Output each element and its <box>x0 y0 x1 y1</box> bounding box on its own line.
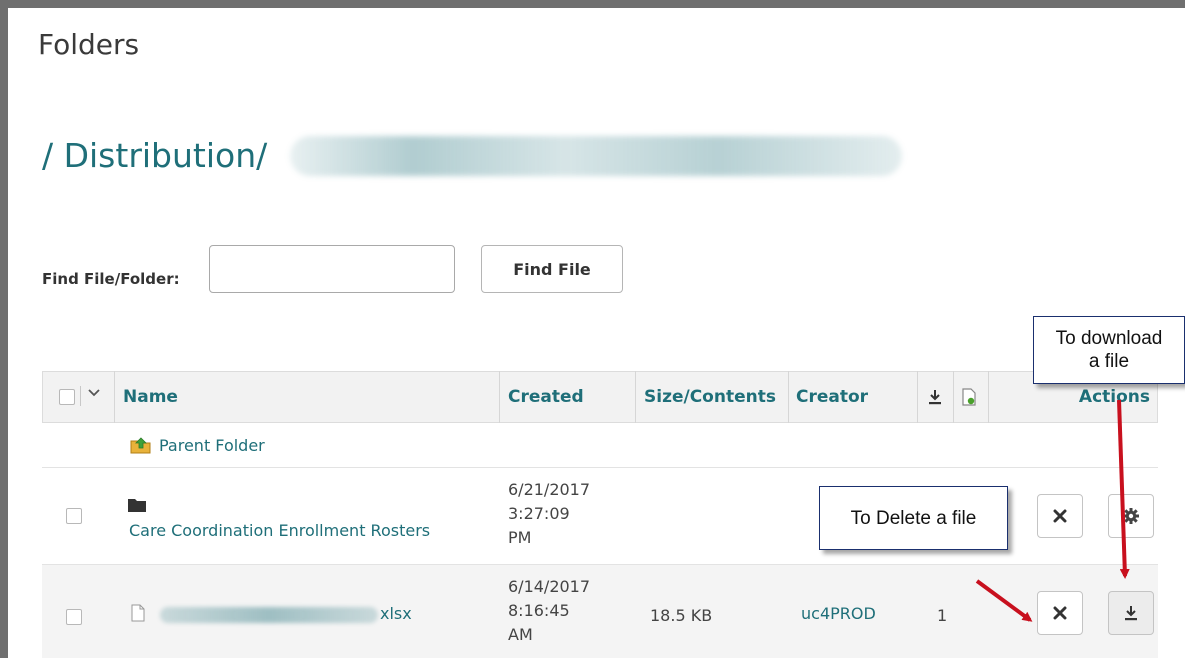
arrow-icon <box>975 399 1130 622</box>
screenshot-frame: Folders / Distribution/ Find File/Folder… <box>0 0 1185 658</box>
